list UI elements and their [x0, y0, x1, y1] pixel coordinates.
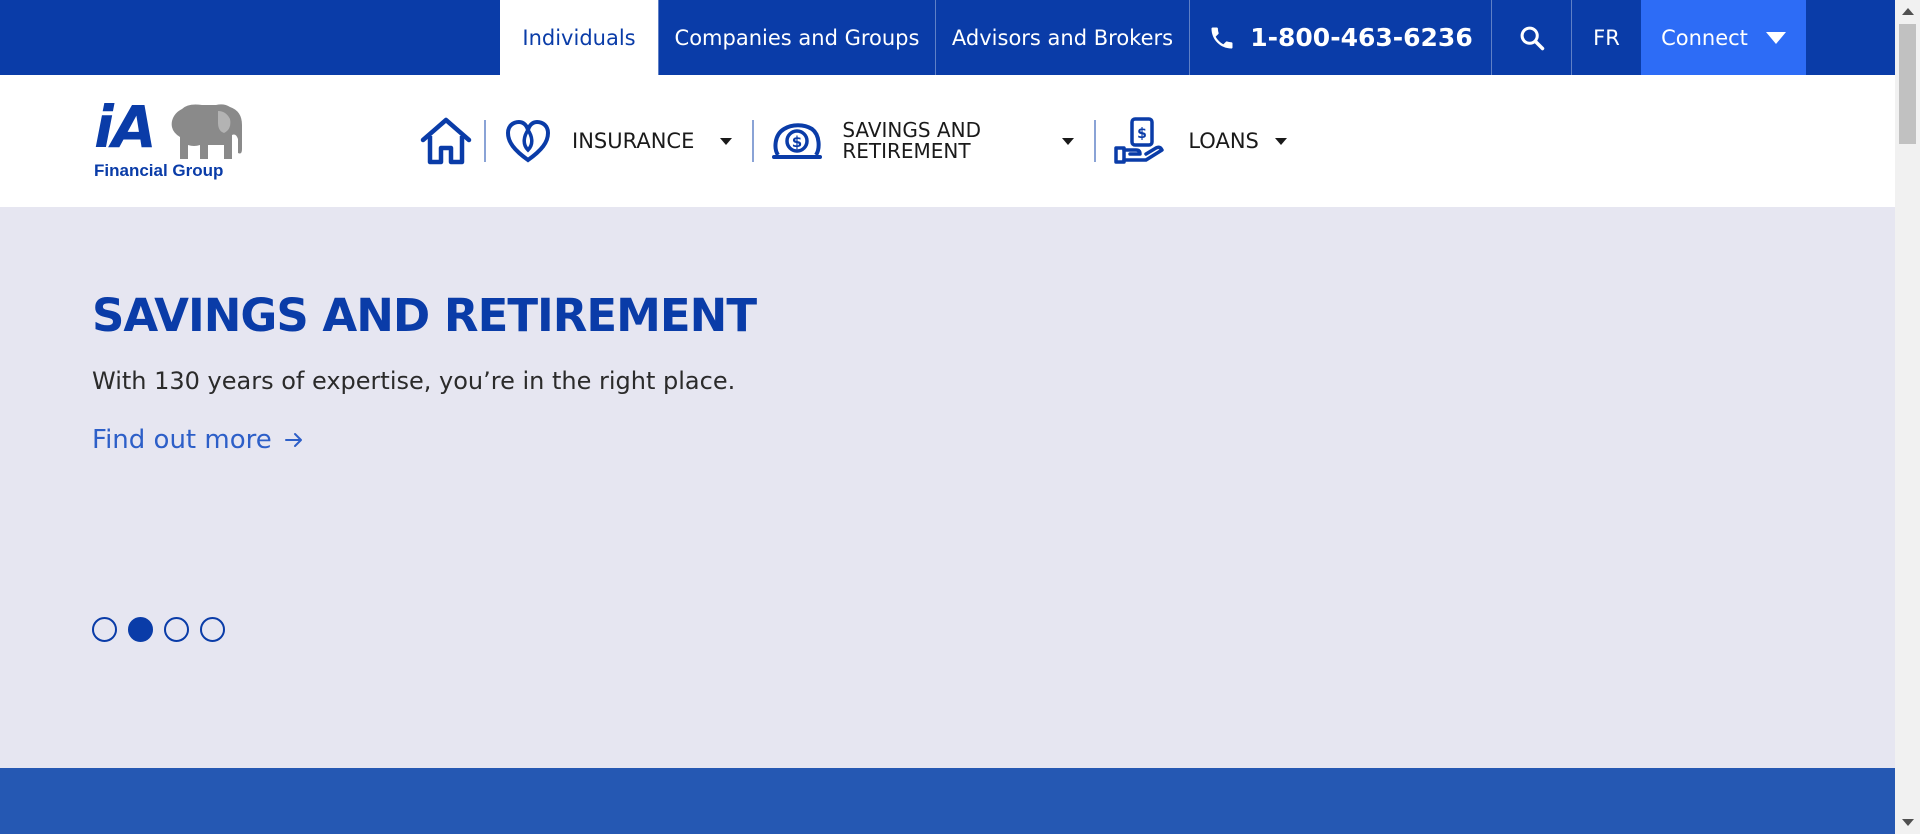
chevron-down-icon — [1765, 31, 1786, 44]
svg-text:$: $ — [792, 133, 802, 151]
top-nav: Individuals Companies and Groups Advisor… — [500, 0, 1806, 75]
logo-mark: iA — [94, 93, 157, 161]
home-icon — [420, 117, 472, 165]
hand-dollar-icon: $ — [1114, 117, 1165, 164]
logo-tagline: Financial Group — [94, 161, 224, 180]
main-nav: INSURANCE $ SAVINGS AND RETIREMENT $ LOA… — [408, 75, 1299, 207]
chevron-down-icon — [1274, 137, 1287, 145]
home-link[interactable] — [408, 111, 484, 171]
nav-item-savings-and-retirement[interactable]: $ SAVINGS AND RETIREMENT — [754, 111, 1094, 171]
nav-label-insurance: INSURANCE — [572, 129, 695, 153]
nav-label-loans: LOANS — [1188, 129, 1259, 153]
svg-text:$: $ — [1137, 126, 1147, 142]
hero-subtitle: With 130 years of expertise, you’re in t… — [92, 367, 736, 395]
heart-icon — [505, 119, 551, 163]
find-out-more-label: Find out more — [92, 425, 272, 455]
carousel-dot-3[interactable] — [164, 617, 189, 642]
top-utility-bar: Individuals Companies and Groups Advisor… — [0, 0, 1895, 75]
nav-item-insurance[interactable]: INSURANCE — [486, 111, 752, 171]
main-header: iA Financial Group INSURANCE $ SAVINGS A… — [0, 75, 1895, 207]
logo[interactable]: iA Financial Group — [92, 93, 252, 183]
search-button[interactable] — [1491, 0, 1571, 75]
carousel-dot-1[interactable] — [92, 617, 117, 642]
scroll-up-icon[interactable] — [1902, 8, 1914, 15]
section-band — [0, 768, 1895, 834]
chevron-down-icon — [720, 137, 733, 145]
find-out-more-link[interactable]: Find out more — [92, 425, 304, 455]
carousel-dot-4[interactable] — [200, 617, 225, 642]
language-toggle[interactable]: FR — [1571, 0, 1641, 75]
scrollbar[interactable] — [1895, 0, 1920, 834]
nav-label-savings: SAVINGS AND RETIREMENT — [842, 118, 981, 163]
nav-item-loans[interactable]: $ LOANS — [1096, 111, 1299, 171]
arrow-right-icon — [284, 433, 302, 447]
carousel-dots — [92, 617, 236, 642]
phone-icon — [1211, 27, 1233, 48]
search-icon — [1520, 26, 1544, 50]
phone-number: 1-800-463-6236 — [1250, 23, 1473, 52]
connect-button[interactable]: Connect — [1641, 0, 1806, 75]
piggy-coin-icon: $ — [772, 123, 823, 159]
phone-link[interactable]: 1-800-463-6236 — [1189, 0, 1491, 75]
tab-individuals[interactable]: Individuals — [500, 0, 658, 75]
tab-companies-and-groups[interactable]: Companies and Groups — [658, 0, 935, 75]
chevron-down-icon — [1062, 137, 1075, 145]
connect-label: Connect — [1661, 25, 1748, 50]
hero-title: SAVINGS AND RETIREMENT — [92, 289, 757, 342]
tab-advisors-and-brokers[interactable]: Advisors and Brokers — [935, 0, 1189, 75]
carousel-dot-2[interactable] — [128, 617, 153, 642]
scroll-down-icon[interactable] — [1902, 819, 1914, 826]
scroll-thumb[interactable] — [1899, 24, 1916, 144]
hero-banner: SAVINGS AND RETIREMENT With 130 years of… — [0, 207, 1895, 768]
elephant-icon — [171, 104, 242, 159]
